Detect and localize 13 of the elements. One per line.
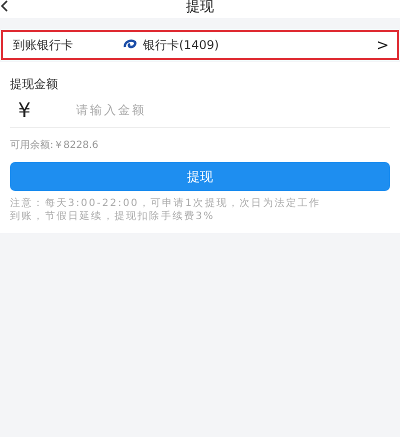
currency-symbol: ¥ <box>17 98 32 122</box>
note-text: 注意：每天3:00-22:00，可申请1次提现，次日为法定工作 <box>10 197 322 210</box>
note-text: 到账，节假日延续，提现扣除手续费3% <box>10 210 216 223</box>
back-icon[interactable] <box>0 0 8 12</box>
card-label: 到账银行卡 <box>13 36 74 54</box>
page-title: 提现 <box>186 0 214 14</box>
card-value: 银行卡(1409) <box>143 36 220 54</box>
chevron-icon: > <box>376 36 389 54</box>
amount-label: 提现金额 <box>10 76 59 93</box>
bank-logo-icon <box>123 39 137 51</box>
amount-input[interactable]: 请输入金额 <box>74 102 390 118</box>
bank-card-row[interactable]: 到账银行卡 银行卡(1409) > <box>1 30 399 60</box>
available-balance: 可用余额:￥8228.6 <box>10 138 100 152</box>
